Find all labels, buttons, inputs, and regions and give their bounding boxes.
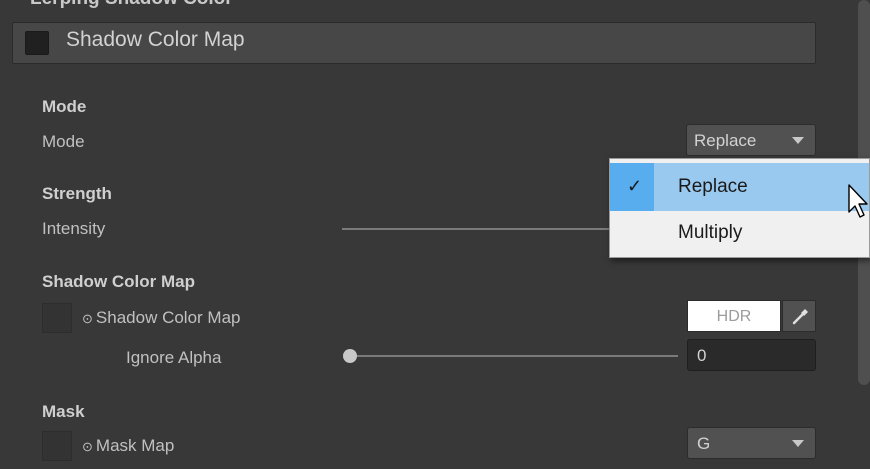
texture-slot-icon: ⊙ [82, 439, 93, 454]
mask-map-texture-slot[interactable] [42, 431, 72, 461]
chevron-down-icon [792, 440, 804, 447]
mask-map-label: Mask Map [95, 436, 175, 455]
mode-dropdown-value: Replace [694, 131, 757, 150]
eyedropper-icon [792, 309, 808, 325]
mode-option-replace[interactable]: ✓ Replace [610, 163, 869, 211]
chevron-down-icon [792, 137, 804, 144]
section-heading-shadow-color-map: Shadow Color Map [42, 272, 195, 291]
mode-dropdown-popup: ✓ Replace Multiply [609, 158, 870, 258]
section-heading-mask: Mask [42, 402, 85, 421]
foldout-title: Shadow Color Map [66, 28, 245, 51]
mode-option-multiply-label: Multiply [678, 222, 743, 243]
mask-map-property[interactable]: ⊙ Mask Map [82, 436, 174, 456]
ignore-alpha-value: 0 [697, 346, 707, 365]
mode-option-multiply[interactable]: Multiply [610, 209, 869, 257]
panel-title-cut: Lerping Shadow Color [30, 0, 233, 10]
mask-channel-dropdown[interactable]: G [687, 427, 816, 459]
ignore-alpha-value-field[interactable]: 0 [687, 339, 816, 371]
hdr-label: HDR [716, 308, 752, 325]
eyedropper-button[interactable] [782, 300, 816, 332]
shadow-color-map-property[interactable]: ⊙ Shadow Color Map [82, 308, 240, 328]
mask-channel-value: G [697, 434, 711, 453]
mouse-cursor-icon [848, 184, 868, 218]
mode-label: Mode [42, 132, 85, 151]
section-heading-strength: Strength [42, 184, 112, 203]
intensity-slider-track[interactable] [342, 228, 612, 230]
texture-slot-icon: ⊙ [82, 311, 93, 326]
hdr-color-field[interactable]: HDR [687, 300, 781, 332]
mode-option-replace-label: Replace [678, 176, 748, 197]
section-heading-mode: Mode [42, 97, 87, 116]
ignore-alpha-slider-track[interactable] [350, 355, 678, 357]
intensity-label: Intensity [42, 219, 106, 238]
shadow-color-map-texture-slot[interactable] [42, 303, 72, 333]
checkmark-icon: ✓ [627, 176, 643, 196]
ignore-alpha-label: Ignore Alpha [126, 348, 222, 367]
shadow-color-map-label: Shadow Color Map [95, 308, 241, 327]
ignore-alpha-slider-knob[interactable] [343, 349, 357, 363]
mode-dropdown[interactable]: Replace [686, 124, 816, 156]
shadow-color-map-toggle[interactable] [25, 31, 49, 55]
